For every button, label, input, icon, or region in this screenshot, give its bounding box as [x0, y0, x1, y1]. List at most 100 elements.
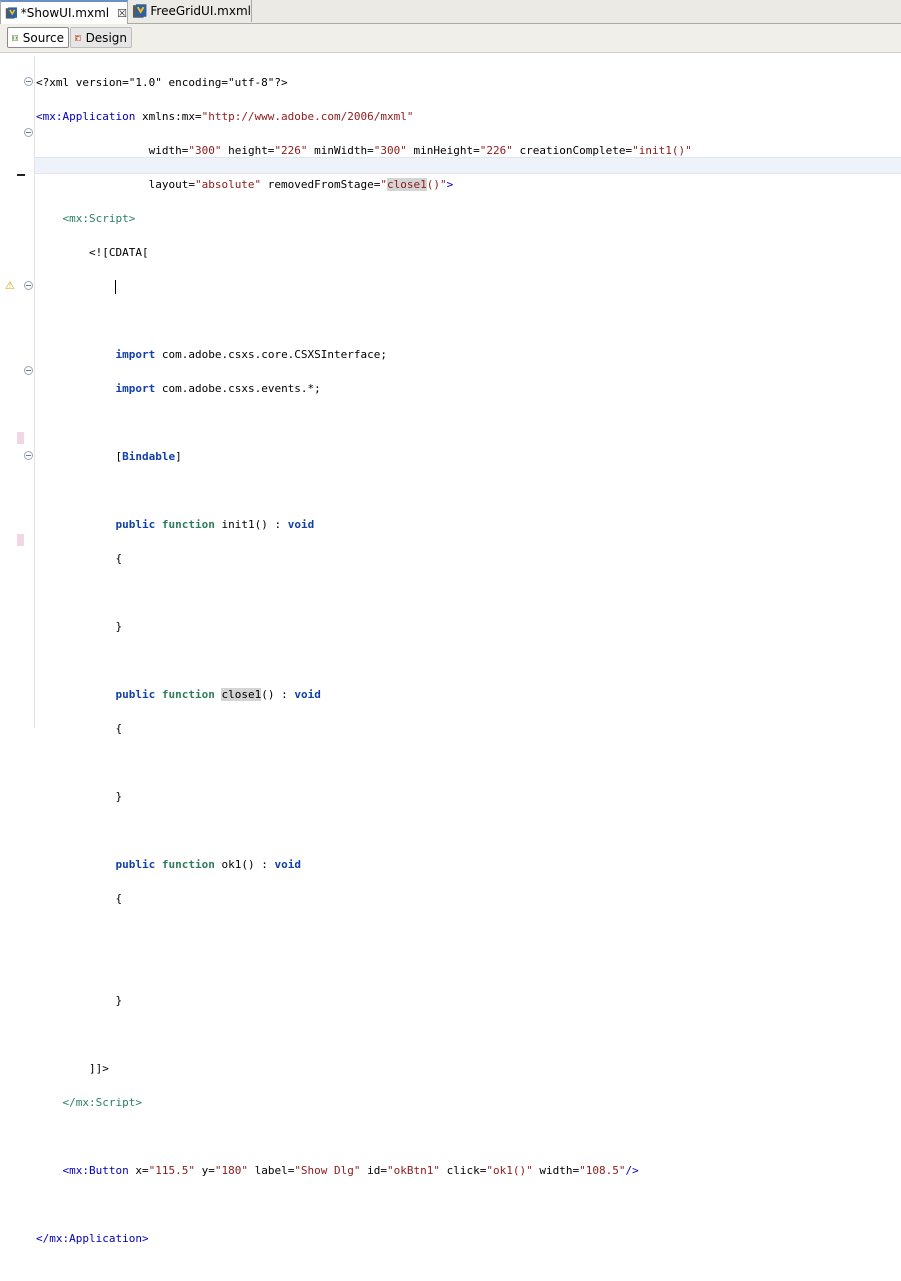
keyword: void [294, 688, 321, 701]
warning-icon[interactable]: ⚠ [5, 280, 15, 291]
folding-ruler [16, 56, 34, 728]
tab-freegridui[interactable]: FreeGridUI.mxml [128, 0, 252, 22]
brace: { [115, 552, 123, 565]
attr-value: "Show Dlg" [294, 1164, 361, 1177]
attr-name: height= [221, 144, 275, 157]
attr-name: width= [36, 144, 189, 157]
import-path: com.adobe.csxs.events.*; [155, 382, 321, 395]
metadata-tag: Bindable [122, 450, 176, 463]
attr-value: "226" [479, 144, 513, 157]
import-path: com.adobe.csxs.core.CSXSInterface; [155, 348, 388, 361]
tag-end: > [446, 178, 454, 191]
xml-declaration: <?xml version="1.0" encoding="utf-8"?> [36, 76, 288, 89]
tab-label: *ShowUI.mxml [20, 6, 110, 20]
application-close-tag: </mx:Application> [36, 1232, 149, 1245]
code-line [36, 278, 692, 295]
attr-value: "115.5" [148, 1164, 195, 1177]
brace: { [115, 722, 123, 735]
keyword: public [115, 518, 156, 531]
function-signature: init1() : [214, 518, 288, 531]
cdata-open: <![CDATA[ [36, 246, 149, 259]
highlighted-occurrence: close1 [221, 688, 262, 701]
code-line: <mx:Script> [36, 210, 692, 227]
code-editor[interactable]: ⚠ <?xml version="1.0" encoding="utf-8"?>… [0, 56, 901, 1245]
script-open-tag: <mx:Script> [36, 212, 136, 225]
design-label: Design [85, 30, 127, 45]
view-toolbar: Source Design [0, 24, 901, 53]
attr-name: minWidth= [307, 144, 374, 157]
keyword: import [115, 348, 156, 361]
code-line: ]]> [36, 1060, 692, 1077]
fold-toggle-icon[interactable] [24, 451, 33, 460]
function-signature: ok1() : [214, 858, 275, 871]
function-signature: () : [261, 688, 295, 701]
tab-showui[interactable]: *ShowUI.mxml ☒ [0, 0, 128, 24]
brace: } [115, 620, 123, 633]
code-line: { [36, 550, 692, 567]
attr-name: click= [440, 1164, 487, 1177]
bracket: ] [175, 450, 182, 463]
change-marker [17, 174, 25, 176]
code-line: } [36, 618, 692, 635]
attr-name: removedFromStage= [261, 178, 381, 191]
marker-gutter [0, 56, 16, 728]
attr-name: label= [247, 1164, 295, 1177]
design-view-button[interactable]: Design [70, 27, 132, 48]
application-tag: <mx:Application [36, 110, 136, 123]
attr-name: y= [194, 1164, 215, 1177]
fold-toggle-icon[interactable] [24, 77, 33, 86]
attr-name: minHeight= [406, 144, 480, 157]
code-line: <mx:Application xmlns:mx="http://www.ado… [36, 108, 692, 125]
fold-toggle-icon[interactable] [24, 366, 33, 375]
code-line: public function ok1() : void [36, 856, 692, 873]
cdata-close: ]]> [36, 1062, 109, 1075]
close-icon[interactable]: ☒ [117, 7, 127, 20]
keyword: void [287, 518, 315, 531]
code-line: } [36, 788, 692, 805]
code-line: width="300" height="226" minWidth="300" … [36, 142, 692, 159]
design-grid-icon [75, 34, 81, 41]
attr-value: "108.5" [579, 1164, 626, 1177]
attr-name: x= [128, 1164, 149, 1177]
source-view-button[interactable]: Source [7, 27, 69, 48]
button-tag: <mx:Button [36, 1164, 129, 1177]
source-code[interactable]: <?xml version="1.0" encoding="utf-8"?> <… [36, 57, 692, 1281]
script-close-tag: </mx:Script> [36, 1096, 142, 1109]
editor-tab-bar: *ShowUI.mxml ☒ FreeGridUI.mxml [0, 0, 901, 24]
attr-value: "ok1()" [486, 1164, 533, 1177]
code-line: public function init1() : void [36, 516, 692, 533]
attr-name: creationComplete= [512, 144, 633, 157]
fold-toggle-icon[interactable] [24, 128, 33, 137]
keyword: function [161, 518, 215, 531]
attr-name: width= [532, 1164, 580, 1177]
attr-value: "300" [188, 144, 222, 157]
mxml-file-icon [5, 7, 17, 19]
attr-value: "300" [373, 144, 407, 157]
attr-name: id= [360, 1164, 388, 1177]
source-code-icon [12, 34, 18, 41]
keyword: public [115, 688, 156, 701]
code-line: import com.adobe.csxs.events.*; [36, 380, 692, 397]
keyword: public [115, 858, 156, 871]
fold-toggle-icon[interactable] [24, 281, 33, 290]
attr-value: "init1()" [632, 144, 692, 157]
code-line: { [36, 890, 692, 907]
code-line: <![CDATA[ [36, 244, 692, 261]
code-line: <?xml version="1.0" encoding="utf-8"?> [36, 74, 692, 91]
mxml-file-icon [132, 4, 147, 18]
source-label: Source [22, 30, 64, 45]
code-line: public function close1() : void [36, 686, 692, 703]
code-line: layout="absolute" removedFromStage="clos… [36, 176, 692, 193]
tag-end: /> [625, 1164, 639, 1177]
attr-value: ()" [426, 178, 447, 191]
change-marker [17, 534, 24, 546]
code-line: </mx:Script> [36, 1094, 692, 1111]
